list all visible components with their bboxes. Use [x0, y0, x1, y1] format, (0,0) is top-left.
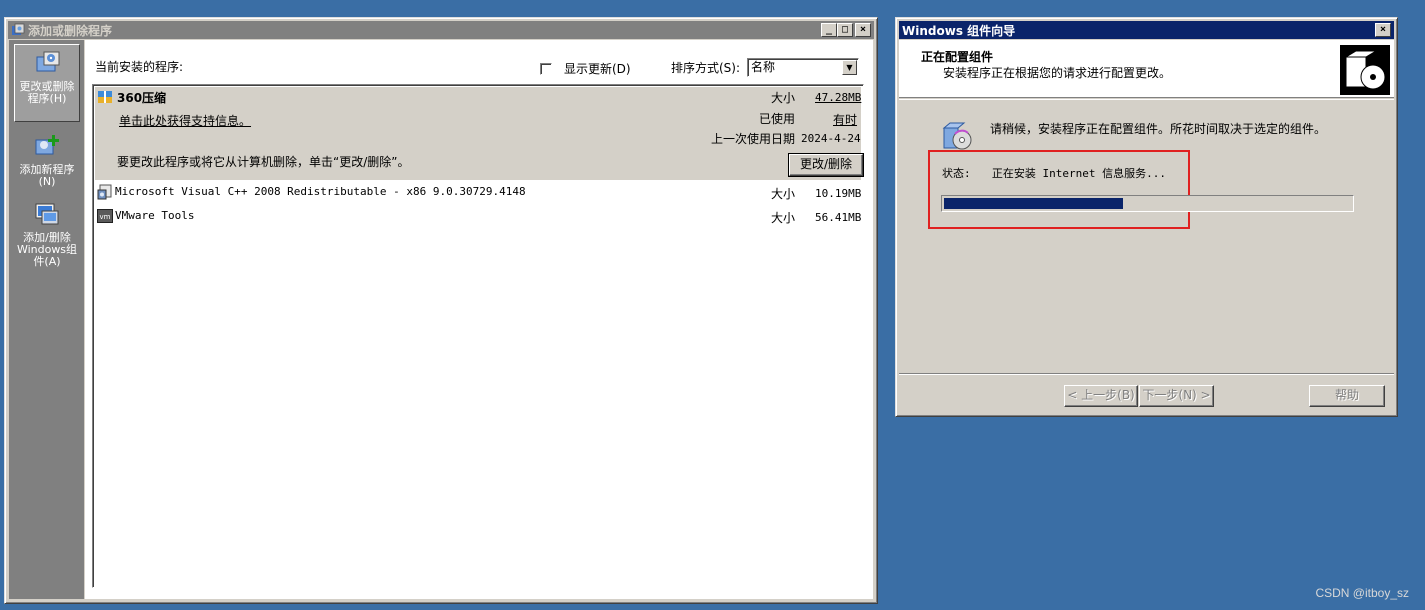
add-new-programs-icon	[35, 135, 59, 155]
size-value: 56.41MB	[815, 211, 862, 224]
current-programs-label: 当前安装的程序:	[95, 60, 184, 74]
add-remove-programs-window: 添加或删除程序 _ □ × 更改或删除程序(H) 添加新程序(N) 添加/删除W…	[4, 17, 878, 604]
status-value: 正在安装 Internet 信息服务...	[991, 167, 1166, 180]
support-info-link[interactable]: 单击此处获得支持信息。	[119, 112, 251, 129]
next-button[interactable]: 下一步(N) >	[1139, 385, 1214, 407]
sidebar-item-change-remove[interactable]: 更改或删除程序(H)	[14, 44, 80, 122]
close-button[interactable]: ×	[1375, 23, 1391, 37]
help-button[interactable]: 帮助	[1309, 385, 1385, 407]
change-remove-button[interactable]: 更改/删除	[789, 154, 863, 176]
show-updates-label: 显示更新(D)	[564, 62, 631, 76]
size-value: 10.19MB	[815, 187, 862, 200]
change-remove-message: 要更改此程序或将它从计算机删除，单击“更改/删除”。	[117, 155, 410, 169]
used-label: 已使用	[759, 112, 796, 126]
size-label: 大小	[771, 211, 796, 225]
programs-list[interactable]: 360压缩 单击此处获得支持信息。 大小 47.28MB 已使用 有时 上一次使…	[92, 84, 864, 588]
size-label: 大小	[771, 187, 796, 201]
watermark: CSDN @itboy_sz	[1315, 586, 1409, 600]
show-updates-option[interactable]: 显示更新(D)	[540, 60, 631, 77]
change-remove-programs-icon	[36, 51, 60, 72]
show-updates-checkbox[interactable]	[540, 62, 552, 75]
sidebar-item-windows-components[interactable]: 添加/删除Windows组件(A)	[14, 196, 80, 268]
sort-by-select[interactable]: 名称 ▼	[747, 58, 859, 77]
wizard-titlebar[interactable]: Windows 组件向导 ×	[899, 21, 1394, 39]
list-item[interactable]: vm VMware Tools 大小 56.41MB	[95, 206, 861, 228]
header-divider	[899, 99, 1394, 100]
size-label: 大小	[771, 91, 796, 105]
windows-components-wizard: Windows 组件向导 × 正在配置组件 安装程序正在根据您的请求进行配置更改…	[895, 17, 1398, 417]
size-value: 47.28MB	[815, 91, 862, 104]
configure-cd-icon	[942, 122, 972, 150]
installer-program-icon	[97, 184, 112, 200]
minimize-button[interactable]: _	[821, 23, 837, 37]
back-button[interactable]: < 上一步(B)	[1064, 385, 1138, 407]
wizard-header: 正在配置组件 安装程序正在根据您的请求进行配置更改。	[899, 40, 1394, 98]
last-used-label: 上一次使用日期	[711, 132, 796, 146]
archive-program-icon	[98, 91, 112, 103]
wizard-logo-icon	[1340, 45, 1390, 95]
status-highlight-box	[928, 150, 1190, 229]
arp-main-panel: 当前安装的程序: 显示更新(D) 排序方式(S): 名称 ▼ 360压缩 单击此…	[85, 40, 873, 599]
progress-fill	[944, 198, 1124, 209]
add-remove-programs-icon	[12, 23, 25, 35]
close-button[interactable]: ×	[855, 23, 871, 37]
arp-sidebar: 更改或删除程序(H) 添加新程序(N) 添加/删除Windows组件(A)	[9, 40, 84, 599]
program-name: VMware Tools	[115, 209, 195, 222]
arp-titlebar[interactable]: 添加或删除程序 _ □ ×	[8, 21, 874, 39]
program-item-selected[interactable]: 360压缩 单击此处获得支持信息。 大小 47.28MB 已使用 有时 上一次使…	[95, 87, 863, 180]
wizard-header-title: 正在配置组件	[921, 50, 994, 64]
footer-divider	[899, 373, 1394, 375]
wizard-info-text: 请稍候，安装程序正在配置组件。所花时间取决于选定的组件。	[990, 122, 1327, 136]
maximize-button[interactable]: □	[837, 23, 853, 37]
chevron-down-icon[interactable]: ▼	[842, 60, 857, 75]
sort-by-label: 排序方式(S):	[671, 61, 741, 75]
windows-components-icon	[35, 203, 59, 225]
sidebar-label-windows-components: 添加/删除Windows组件(A)	[16, 231, 78, 268]
sidebar-item-add-new[interactable]: 添加新程序(N)	[14, 128, 80, 188]
install-progress-bar	[941, 195, 1354, 212]
arp-title: 添加或删除程序	[28, 23, 113, 38]
used-value: 有时	[833, 113, 858, 127]
vmware-icon: vm	[97, 209, 113, 223]
sidebar-label-add-new: 添加新程序(N)	[19, 163, 75, 188]
status-label: 状态:	[942, 167, 971, 180]
program-name: Microsoft Visual C++ 2008 Redistributabl…	[115, 185, 526, 198]
list-item[interactable]: Microsoft Visual C++ 2008 Redistributabl…	[95, 182, 861, 204]
wizard-title: Windows 组件向导	[902, 23, 1016, 38]
last-used-value: 2024-4-24	[801, 132, 861, 145]
wizard-header-subtitle: 安装程序正在根据您的请求进行配置更改。	[943, 66, 1172, 80]
svg-text:vm: vm	[100, 213, 111, 221]
sort-by-value: 名称	[751, 60, 776, 74]
sidebar-label-change-remove: 更改或删除程序(H)	[19, 80, 75, 105]
status-line: 状态: 正在安装 Internet 信息服务...	[942, 165, 1166, 181]
program-name: 360压缩	[117, 91, 167, 105]
